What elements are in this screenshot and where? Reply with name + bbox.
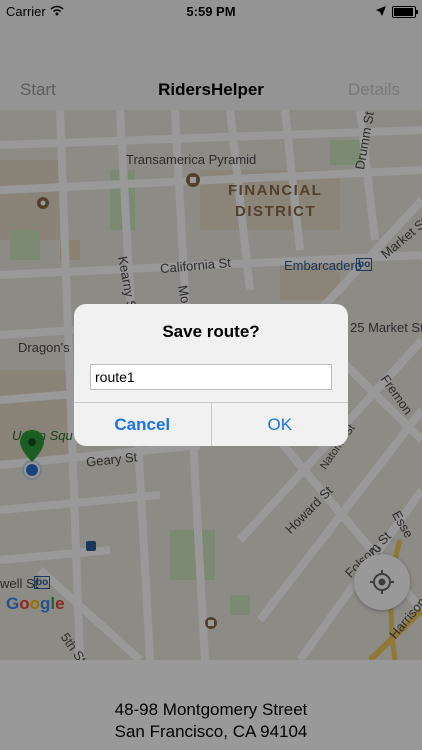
ok-button[interactable]: OK (212, 403, 349, 446)
cancel-button[interactable]: Cancel (74, 403, 212, 446)
save-route-alert: Save route? Cancel OK (74, 304, 348, 446)
alert-buttons: Cancel OK (74, 402, 348, 446)
alert-title: Save route? (162, 322, 260, 341)
route-name-input[interactable] (90, 364, 332, 390)
